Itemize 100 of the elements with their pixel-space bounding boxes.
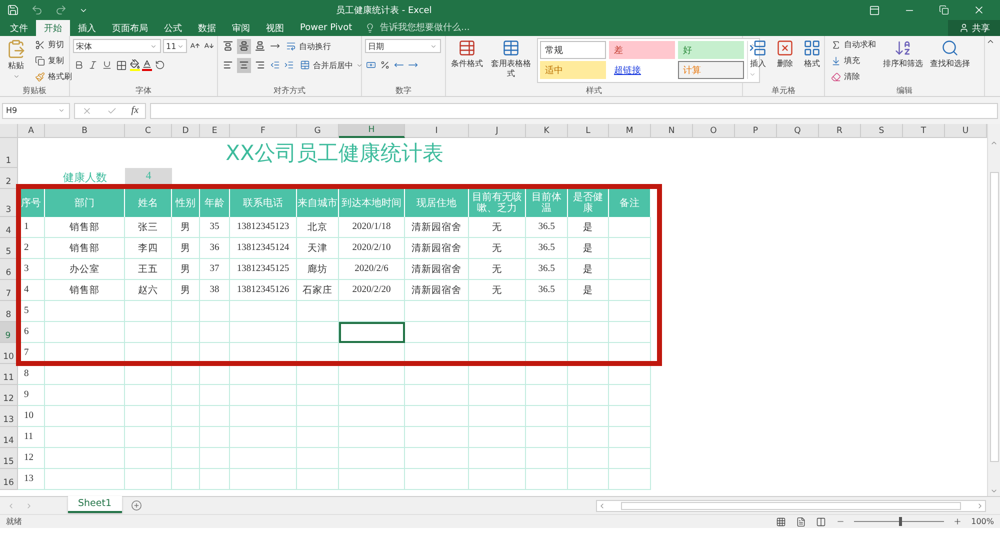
column-heading[interactable]: M [609,124,651,138]
table-header-cell: 部门 [45,189,125,217]
table-cell: 13812345123 [230,217,297,238]
column-heading[interactable]: T [903,124,945,138]
ribbon-tab[interactable]: 开始 [36,20,70,36]
insert-function-button[interactable]: fx [131,105,139,116]
autosum-button[interactable]: 自动求和 [828,37,878,52]
format-painter-button[interactable]: 格式刷 [32,69,74,84]
row-heading[interactable]: 11 [0,364,18,385]
paste-button[interactable]: 粘贴 [3,37,29,85]
table-cell: 销售部 [45,217,125,238]
column-heading[interactable]: L [568,124,609,138]
format-cells-button[interactable]: 格式 [800,37,824,85]
cell-style-option[interactable]: 常规 [540,41,606,59]
ribbon-tab[interactable]: 公式 [156,20,190,36]
ribbon-tab[interactable]: 插入 [70,20,104,36]
table-cell: 36.5 [526,280,568,301]
column-heading[interactable]: Q [777,124,819,138]
table-cell: 2020/2/20 [339,280,405,301]
tell-me-field[interactable]: 告诉我您想要做什么... [378,22,508,34]
table-header-cell: 现居住地 [405,189,469,217]
table-cell: 无 [469,238,526,259]
column-heading[interactable]: J [469,124,526,138]
row-heading[interactable]: 12 [0,385,18,406]
column-heading[interactable]: A [18,124,45,138]
table-cell: 2020/2/6 [339,259,405,280]
column-heading[interactable]: C [125,124,172,138]
group-label: 字体 [136,85,152,96]
cell-style-option[interactable]: 好 [678,41,744,59]
cell-style-option[interactable]: 差 [609,41,675,59]
row-heading[interactable]: 2 [0,168,18,189]
row-heading[interactable]: 15 [0,448,18,469]
row-heading[interactable]: 13 [0,406,18,427]
copy-button[interactable]: 复制 [32,53,74,68]
ribbon-tab[interactable]: Power Pivot [292,20,360,36]
column-heading[interactable]: I [405,124,469,138]
column-heading[interactable]: N [651,124,693,138]
font-name-field[interactable]: 宋体 [73,39,161,53]
ribbon-tab[interactable]: 视图 [258,20,292,36]
table-cell: 男 [172,217,200,238]
table-header-cell: 联系电话 [230,189,297,217]
column-heading[interactable]: U [945,124,987,138]
table-header-cell: 性别 [172,189,200,217]
table-cell: 13 [18,469,45,490]
table-cell: 销售部 [45,238,125,259]
sort-filter-button[interactable]: 排序和筛选 [881,37,925,85]
fill-button[interactable]: 填充 [828,53,878,68]
column-heading[interactable]: R [819,124,861,138]
font-size-field[interactable]: 11 [163,39,187,53]
clear-button[interactable]: 清除 [828,69,878,84]
table-cell: 36.5 [526,217,568,238]
sheet-title: XX公司员工健康统计表 [224,140,444,167]
column-heading[interactable]: P [735,124,777,138]
table-header-cell: 目前有无咳嗽、乏力 [469,189,526,217]
ribbon-tab[interactable]: 审阅 [224,20,258,36]
column-heading[interactable]: F [230,124,297,138]
table-cell: 无 [469,280,526,301]
table-cell: 北京 [297,217,339,238]
column-heading[interactable]: E [200,124,230,138]
delete-cells-button[interactable]: 删除 [773,37,797,85]
column-heading[interactable]: B [45,124,125,138]
table-cell: 清新园宿舍 [405,238,469,259]
table-cell: 男 [172,280,200,301]
merge-center-button[interactable]: 合并后居中 [297,58,366,72]
row-heading[interactable]: 14 [0,427,18,448]
table-cell: 13812345124 [230,238,297,259]
format-table-button[interactable]: 套用表格格式 [488,37,534,85]
insert-cells-button[interactable]: 插入 [746,37,770,85]
find-select-button[interactable]: 查找和选择 [928,37,972,85]
number-format-field[interactable]: 日期 [365,39,441,53]
share-button[interactable]: 共享 [948,20,1000,36]
group-label: 编辑 [896,85,912,96]
table-header-cell: 年龄 [200,189,230,217]
table-cell: 是 [568,259,609,280]
table-cell: 男 [172,259,200,280]
ribbon-tab[interactable]: 文件 [2,20,36,36]
column-heading[interactable]: K [526,124,568,138]
table-cell: 13812345126 [230,280,297,301]
zoom-level[interactable]: 100% [971,517,994,526]
table-cell: 11 [18,427,45,448]
column-heading[interactable]: S [861,124,903,138]
name-box[interactable]: H9 [2,102,70,118]
wrap-text-button[interactable]: 自动换行 [283,38,333,54]
column-heading[interactable]: D [172,124,200,138]
ribbon-tab[interactable]: 页面布局 [104,20,156,36]
column-heading[interactable]: H [339,124,405,138]
group-label: 数字 [396,85,412,96]
column-heading[interactable]: O [693,124,735,138]
table-cell: 6 [18,322,45,343]
table-cell: 2 [18,238,45,259]
conditional-format-button[interactable]: 条件格式 [449,37,485,85]
row-heading[interactable]: 16 [0,469,18,490]
ribbon-tab[interactable]: 数据 [190,20,224,36]
row-heading[interactable]: 1 [0,138,18,168]
group-label: 单元格 [772,85,796,96]
table-cell: 清新园宿舍 [405,259,469,280]
table-cell: 10 [18,406,45,427]
table-cell: 37 [200,259,230,280]
column-heading[interactable]: G [297,124,339,138]
sheet-tab[interactable]: Sheet1 [68,496,122,513]
